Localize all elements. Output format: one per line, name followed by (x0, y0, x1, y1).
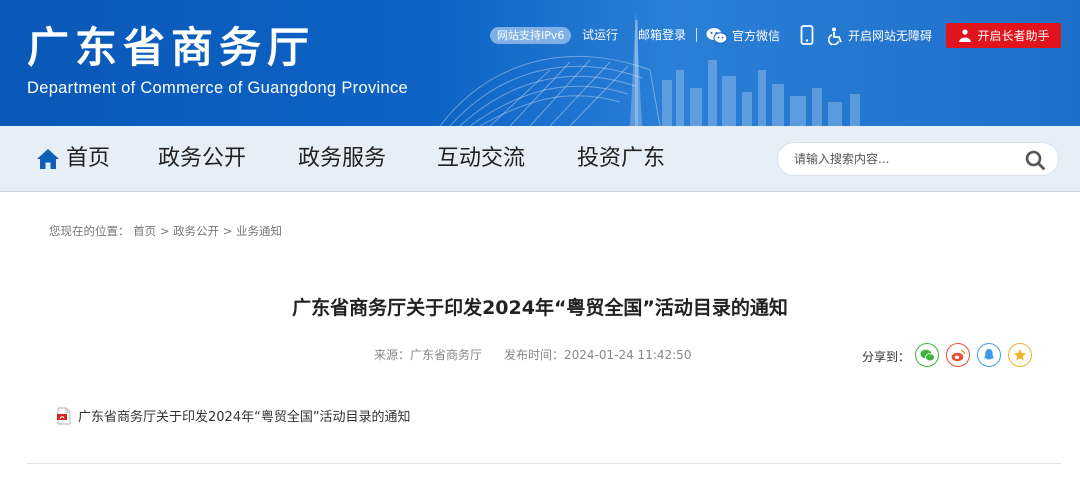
breadcrumb-separator: > (159, 224, 170, 238)
elder-assistant-label: 开启长者助手 (977, 29, 1050, 43)
nav-item-government-affairs[interactable]: 政务公开 (158, 126, 246, 192)
breadcrumb-item-government-affairs[interactable]: 政务公开 (173, 224, 219, 238)
share-label: 分享到： (862, 350, 911, 364)
weibo-share-icon[interactable] (946, 343, 970, 367)
breadcrumb-separator: > (222, 224, 233, 238)
accessibility-label: 开启网站无障碍 (848, 28, 933, 43)
content-divider (27, 463, 1061, 464)
wechat-icon (706, 28, 728, 44)
attachment-label: 广东省商务厅关于印发2024年“粤贸全国”活动目录的通知 (78, 410, 411, 425)
search-input[interactable] (794, 143, 1014, 175)
article-publish-time: 发布时间：2024-01-24 11:42:50 (504, 348, 692, 362)
site-title: 广东省商务厅 (27, 23, 316, 72)
nav-item-invest-guangdong[interactable]: 投资广东 (577, 126, 665, 192)
breadcrumb-item-business-notice[interactable]: 业务通知 (236, 224, 282, 238)
breadcrumb: 您现在的位置： 首页 > 政务公开 > 业务通知 (49, 223, 282, 239)
breadcrumb-prefix: 您现在的位置： (49, 224, 130, 238)
wechat-share-icon[interactable] (915, 343, 939, 367)
qq-share-icon[interactable] (977, 343, 1001, 367)
official-wechat-label: 官方微信 (732, 28, 781, 43)
breadcrumb-item-home[interactable]: 首页 (133, 224, 156, 238)
nav-item-home[interactable]: 首页 (36, 126, 110, 192)
nav-item-interaction[interactable]: 互动交流 (437, 126, 525, 192)
nav-item-government-services[interactable]: 政务服务 (298, 126, 386, 192)
search-icon[interactable] (1024, 149, 1046, 171)
wheelchair-icon (828, 27, 842, 45)
search-box (777, 142, 1059, 176)
article-title: 广东省商务厅关于印发2024年“粤贸全国”活动目录的通知 (292, 297, 788, 319)
site-subtitle: Department of Commerce of Guangdong Prov… (27, 79, 408, 97)
official-wechat-link[interactable]: 官方微信 (706, 27, 780, 45)
elder-icon (959, 28, 972, 42)
home-icon (37, 149, 59, 169)
trial-run-link[interactable]: 试运行 (582, 27, 618, 44)
qzone-share-icon[interactable] (1008, 343, 1032, 367)
mobile-phone-icon[interactable] (800, 25, 814, 45)
mailbox-login-link[interactable]: 邮箱登录 (638, 27, 686, 44)
attachment-link[interactable]: 广东省商务厅关于印发2024年“粤贸全国”活动目录的通知 (56, 406, 411, 425)
ipv6-badge: 网站支持IPv6 (490, 27, 572, 44)
elder-assistant-button[interactable]: 开启长者助手 (946, 23, 1061, 48)
city-skyline-illustration (439, 10, 860, 126)
article-source: 来源：广东省商务厅 (374, 348, 483, 362)
pdf-icon (57, 407, 71, 424)
link-separator (696, 28, 697, 42)
header-banner: 广东省商务厅 Department of Commerce of Guangdo… (0, 0, 1080, 126)
accessibility-link[interactable]: 开启网站无障碍 (828, 27, 932, 45)
nav-item-home-label: 首页 (66, 146, 111, 171)
